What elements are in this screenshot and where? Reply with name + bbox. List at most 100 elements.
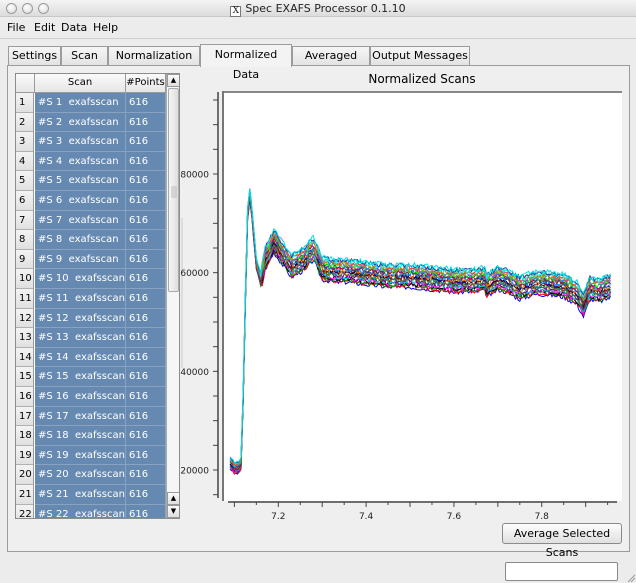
row-number[interactable]: 15 (16, 367, 34, 387)
row-number[interactable]: 10 (16, 269, 34, 289)
average-selected-scans-button[interactable]: Average Selected Scans (502, 523, 622, 559)
row-number[interactable]: 7 (16, 210, 34, 231)
points-cell[interactable]: 616 (126, 230, 166, 250)
row-number[interactable]: 13 (16, 328, 34, 348)
scan-cell[interactable]: #S 17 exafsscan (35, 406, 126, 427)
points-cell[interactable]: 616 (126, 347, 166, 368)
points-cell[interactable]: 616 (126, 210, 166, 231)
table-row[interactable]: 15 #S 15 exafsscan 616 (16, 367, 166, 387)
row-number[interactable]: 9 (16, 249, 34, 270)
tab-normalization[interactable]: Normalization (108, 46, 200, 66)
table-row[interactable]: 20 #S 20 exafsscan 616 (16, 465, 166, 485)
scan-cell[interactable]: #S 22 exafsscan (35, 504, 126, 518)
points-cell[interactable]: 616 (126, 426, 166, 446)
scan-cell[interactable]: #S 20 exafsscan (35, 465, 126, 485)
scan-cell[interactable]: #S 9 exafsscan (35, 249, 126, 270)
table-row[interactable]: 22 #S 22 exafsscan 616 (16, 504, 166, 518)
scan-cell[interactable]: #S 21 exafsscan (35, 485, 126, 505)
table-row[interactable]: 21 #S 21 exafsscan 616 (16, 485, 166, 505)
scroll-up-button[interactable]: ▲ (167, 74, 179, 87)
scan-cell[interactable]: #S 18 exafsscan (35, 426, 126, 446)
menu-help[interactable]: Help (93, 21, 118, 34)
menu-file[interactable]: File (7, 21, 25, 34)
scroll-up-lower-button[interactable]: ▲ (167, 492, 179, 505)
points-cell[interactable]: 616 (126, 504, 166, 518)
points-cell[interactable]: 616 (126, 269, 166, 289)
row-number[interactable]: 5 (16, 171, 34, 191)
table-row[interactable]: 16 #S 16 exafsscan 616 (16, 387, 166, 407)
scan-cell[interactable]: #S 12 exafsscan (35, 308, 126, 329)
points-cell[interactable]: 616 (126, 151, 166, 172)
points-cell[interactable]: 616 (126, 367, 166, 387)
scan-cell[interactable]: #S 1 exafsscan (35, 93, 126, 113)
scan-cell[interactable]: #S 4 exafsscan (35, 151, 126, 172)
table-vertical-scrollbar[interactable]: ▲ ▲ ▼ (166, 74, 179, 518)
scan-cell[interactable]: #S 6 exafsscan (35, 191, 126, 211)
row-number[interactable]: 21 (16, 485, 34, 505)
table-row[interactable]: 9 #S 9 exafsscan 616 (16, 249, 166, 270)
table-row[interactable]: 7 #S 7 exafsscan 616 (16, 210, 166, 231)
table-row[interactable]: 12 #S 12 exafsscan 616 (16, 308, 166, 329)
table-row[interactable]: 11 #S 11 exafsscan 616 (16, 289, 166, 309)
points-cell[interactable]: 616 (126, 249, 166, 270)
row-number[interactable]: 6 (16, 191, 34, 211)
row-number[interactable]: 12 (16, 308, 34, 329)
tab-averaged-data[interactable]: Averaged Data (292, 46, 370, 80)
table-row[interactable]: 1 #S 1 exafsscan 616 (16, 93, 166, 113)
tab-normalized-data[interactable]: Normalized Data (200, 44, 292, 81)
points-cell[interactable]: 616 (126, 191, 166, 211)
points-cell[interactable]: 616 (126, 485, 166, 505)
resize-grip-icon[interactable] (625, 572, 636, 583)
row-number[interactable]: 16 (16, 387, 34, 407)
status-field[interactable] (505, 562, 618, 581)
row-number[interactable]: 1 (16, 93, 34, 113)
row-number[interactable]: 20 (16, 465, 34, 485)
tab-output-messages[interactable]: Output Messages (370, 46, 470, 66)
points-cell[interactable]: 616 (126, 112, 166, 133)
scan-cell[interactable]: #S 14 exafsscan (35, 347, 126, 368)
points-cell[interactable]: 616 (126, 132, 166, 152)
scan-cell[interactable]: #S 7 exafsscan (35, 210, 126, 231)
split-pane-divider[interactable] (181, 218, 183, 368)
row-number[interactable]: 3 (16, 132, 34, 152)
scan-cell[interactable]: #S 19 exafsscan (35, 445, 126, 466)
points-cell[interactable]: 616 (126, 289, 166, 309)
row-number[interactable]: 4 (16, 151, 34, 172)
scan-cell[interactable]: #S 11 exafsscan (35, 289, 126, 309)
row-number[interactable]: 19 (16, 445, 34, 466)
table-row[interactable]: 14 #S 14 exafsscan 616 (16, 347, 166, 368)
row-number[interactable]: 17 (16, 406, 34, 427)
table-row[interactable]: 2 #S 2 exafsscan 616 (16, 112, 166, 133)
row-number[interactable]: 18 (16, 426, 34, 446)
plot-area[interactable] (222, 91, 622, 501)
row-number[interactable]: 8 (16, 230, 34, 250)
table-row[interactable]: 19 #S 19 exafsscan 616 (16, 445, 166, 466)
points-cell[interactable]: 616 (126, 406, 166, 427)
row-number[interactable]: 14 (16, 347, 34, 368)
table-row[interactable]: 10 #S 10 exafsscan 616 (16, 269, 166, 289)
points-cell[interactable]: 616 (126, 328, 166, 348)
scan-cell[interactable]: #S 3 exafsscan (35, 132, 126, 152)
column-header-scan[interactable]: Scan (35, 74, 126, 93)
table-row[interactable]: 8 #S 8 exafsscan 616 (16, 230, 166, 250)
table-row[interactable]: 6 #S 6 exafsscan 616 (16, 191, 166, 211)
points-cell[interactable]: 616 (126, 387, 166, 407)
table-row[interactable]: 18 #S 18 exafsscan 616 (16, 426, 166, 446)
column-header-points[interactable]: #Points (126, 74, 166, 93)
scan-cell[interactable]: #S 13 exafsscan (35, 328, 126, 348)
menu-data[interactable]: Data (61, 21, 87, 34)
scroll-down-button[interactable]: ▼ (167, 505, 179, 518)
points-cell[interactable]: 616 (126, 93, 166, 113)
scan-cell[interactable]: #S 2 exafsscan (35, 112, 126, 133)
row-number[interactable]: 22 (16, 504, 34, 518)
points-cell[interactable]: 616 (126, 308, 166, 329)
row-number[interactable]: 11 (16, 289, 34, 309)
table-row[interactable]: 3 #S 3 exafsscan 616 (16, 132, 166, 152)
table-row[interactable]: 4 #S 4 exafsscan 616 (16, 151, 166, 172)
points-cell[interactable]: 616 (126, 445, 166, 466)
points-cell[interactable]: 616 (126, 171, 166, 191)
tab-scan-info[interactable]: Scan Info (61, 46, 108, 80)
table-row[interactable]: 13 #S 13 exafsscan 616 (16, 328, 166, 348)
scan-cell[interactable]: #S 10 exafsscan (35, 269, 126, 289)
table-row[interactable]: 5 #S 5 exafsscan 616 (16, 171, 166, 191)
